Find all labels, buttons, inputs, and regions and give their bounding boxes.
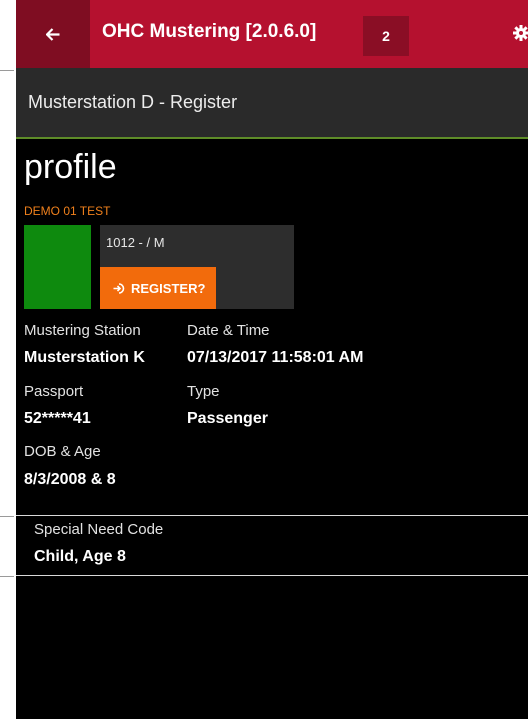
settings-button[interactable] (510, 22, 528, 44)
section-divider-top (16, 515, 528, 516)
dob-label: DOB & Age (24, 443, 101, 460)
register-button[interactable]: REGISTER? (100, 267, 216, 309)
person-id-text: 1012 - / M (106, 235, 165, 250)
back-button[interactable] (16, 0, 90, 68)
mustering-station-value: Musterstation K (24, 349, 145, 366)
datetime-value: 07/13/2017 11:58:01 AM (187, 349, 364, 366)
dob-value: 8/3/2008 & 8 (24, 471, 116, 488)
sign-in-icon (113, 282, 125, 294)
app-title: OHC Mustering [2.0.6.0] (102, 21, 317, 42)
passport-value: 52*****41 (24, 410, 91, 427)
special-need-value: Child, Age 8 (34, 548, 126, 565)
gutter-divider-top (0, 70, 14, 71)
page-title: profile (24, 148, 117, 186)
type-label: Type (187, 383, 220, 400)
section-divider-bottom (16, 575, 528, 576)
datetime-label: Date & Time (187, 322, 270, 339)
app-window: OHC Mustering [2.0.6.0] 2 Musterstation … (16, 0, 528, 719)
type-value: Passenger (187, 410, 268, 427)
status-indicator (24, 225, 91, 309)
gutter-divider-middle (0, 516, 14, 517)
station-heading: Musterstation D - Register (28, 92, 238, 112)
gutter-divider-bottom (0, 576, 14, 577)
person-name: DEMO 01 TEST (24, 204, 111, 218)
notification-badge[interactable]: 2 (363, 16, 409, 56)
mustering-station-label: Mustering Station (24, 322, 141, 339)
register-label: REGISTER? (131, 280, 206, 296)
special-need-label: Special Need Code (34, 521, 164, 538)
title-bar: OHC Mustering [2.0.6.0] 2 (16, 0, 528, 68)
gear-icon (513, 25, 528, 41)
arrow-left-icon (46, 27, 60, 41)
passport-label: Passport (24, 383, 84, 400)
page-subheader: Musterstation D - Register (16, 68, 528, 139)
